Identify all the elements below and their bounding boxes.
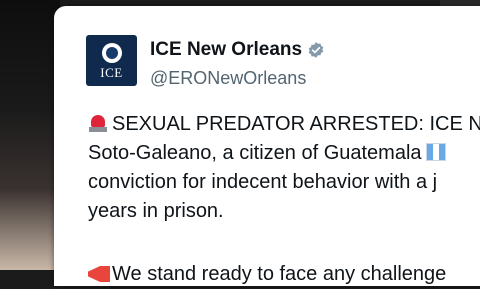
post-line: We stand ready to face any challenge [88,260,446,289]
post-line: years in prison. [88,197,480,226]
guatemala-flag-icon [425,143,446,161]
megaphone-icon [88,266,110,282]
handle[interactable]: @ERONewOrleans [150,68,306,89]
post-line-text: SEXUAL PREDATOR ARRESTED: ICE N [112,113,480,135]
post-line: conviction for indecent behavior with a … [88,168,480,197]
post-card: ICE ICE New Orleans @ERONewOrleans SEXUA… [54,6,480,286]
post-line-text: years in prison. [88,200,224,222]
background-left [0,0,60,270]
post-line-text: We stand ready to face any challenge [112,263,447,285]
dhs-seal-icon [102,43,122,63]
avatar[interactable]: ICE [86,35,137,86]
police-siren-icon [88,113,108,133]
post-line: Soto-Galeano, a citizen of Guatemala [88,139,480,168]
post-line-text: Soto-Galeano, a citizen of Guatemala [88,142,422,164]
post-line: SEXUAL PREDATOR ARRESTED: ICE N [88,110,480,139]
author-name-row: ICE New Orleans [150,39,325,61]
post-line-text: conviction for indecent behavior with a … [88,171,438,193]
display-name[interactable]: ICE New Orleans [150,39,302,61]
verified-badge-icon [308,42,324,58]
avatar-label: ICE [100,65,123,80]
post-text: SEXUAL PREDATOR ARRESTED: ICE N Soto-Gal… [88,110,480,285]
